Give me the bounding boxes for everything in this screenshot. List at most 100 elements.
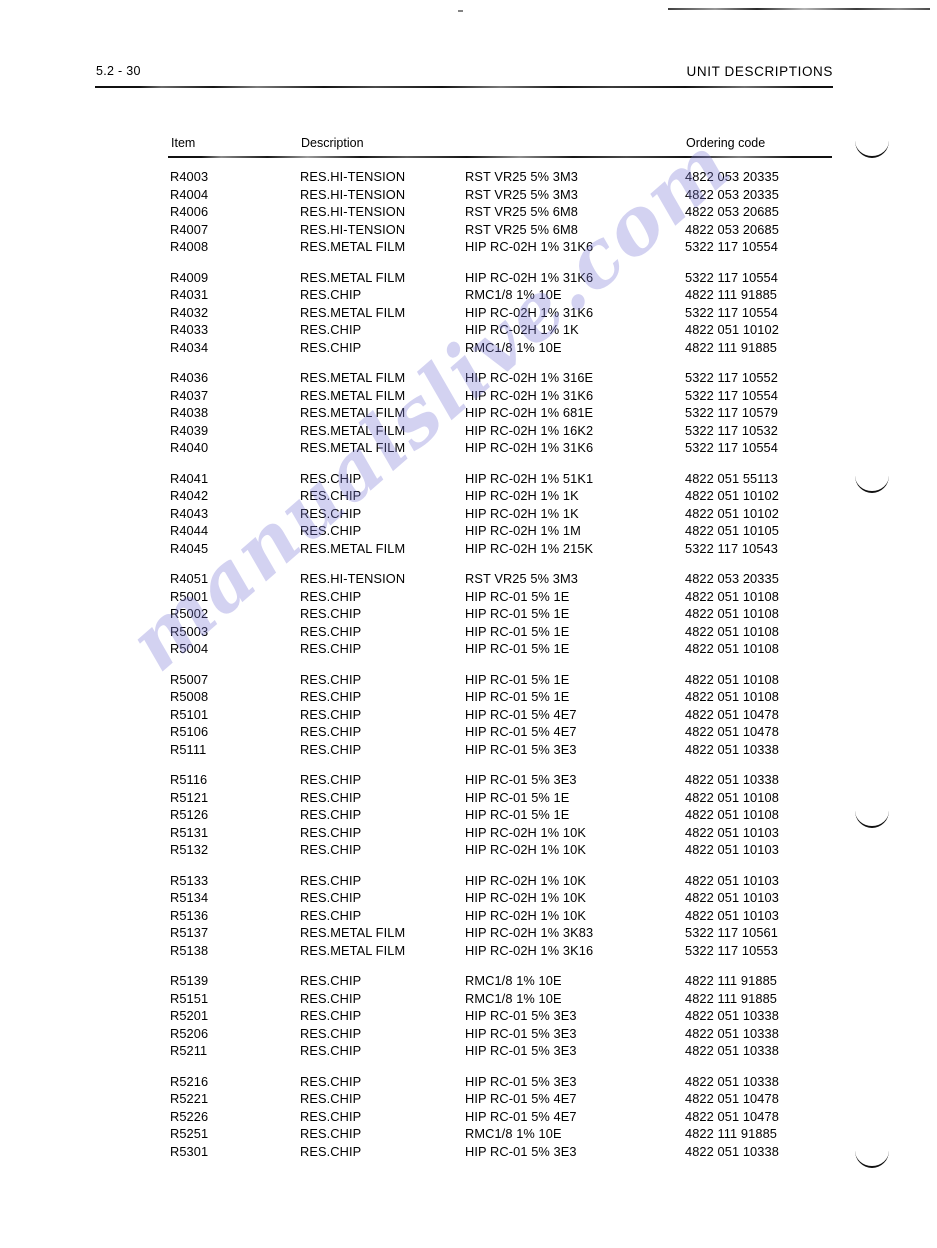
cell-description: RES.CHIP — [300, 741, 362, 757]
cell-item: R4007 — [170, 221, 209, 237]
cell-item: R4043 — [170, 505, 209, 521]
cell-value: HIP RC-02H 1% 1K — [465, 505, 579, 521]
cell-ordering-code: 5322 117 10553 — [685, 942, 778, 958]
page-title: UNIT DESCRIPTIONS — [686, 64, 833, 79]
cell-ordering-code: 4822 051 10338 — [685, 1073, 779, 1089]
cell-value: RST VR25 5% 6M8 — [465, 221, 578, 237]
cell-value: HIP RC-02H 1% 10K — [465, 842, 586, 857]
header-divider — [95, 86, 833, 88]
cell-description: RES.HI-TENSION — [300, 221, 406, 237]
table-row: R4039 RES.METAL FILM HIP RC-02H 1% 16K2 532… — [168, 422, 868, 440]
cell-item: R5206 — [170, 1025, 209, 1041]
cell-description: RES.CHIP — [300, 772, 362, 787]
cell-description: RES.CHIP — [300, 488, 362, 503]
cell-description: RES.CHIP — [300, 824, 362, 840]
cell-value: HIP RC-02H 1% 10K — [465, 890, 586, 905]
cell-ordering-code: 4822 051 10108 — [685, 689, 779, 704]
cell-ordering-code: 5322 117 10579 — [685, 405, 778, 420]
cell-description: RES.CHIP — [300, 1143, 362, 1159]
cell-value: HIP RC-02H 1% 1K — [465, 488, 579, 503]
cell-item: R5211 — [170, 1043, 208, 1058]
cell-item: R5138 — [170, 942, 209, 958]
cell-value: HIP RC-02H 1% 31K6 — [465, 304, 594, 320]
cell-value: HIP RC-01 5% 4E7 — [465, 724, 577, 739]
table-row: R5151 RES.CHIP RMC1/8 1% 10E 4822 111 91885 — [168, 990, 868, 1008]
cell-item: R5101 — [170, 706, 209, 722]
table-row: R5004 RES.CHIP HIP RC-01 5% 1E 4822 051 101… — [168, 640, 868, 658]
cell-ordering-code: 4822 051 10478 — [685, 1108, 779, 1124]
cell-item: R5111 — [170, 741, 207, 757]
cell-value: HIP RC-01 5% 1E — [465, 689, 570, 704]
cell-ordering-code: 4822 051 10108 — [685, 789, 779, 805]
cell-description: RES.CHIP — [300, 724, 362, 739]
table-row: R4045 RES.METAL FILM HIP RC-02H 1% 215K 532… — [168, 540, 868, 558]
cell-description: RES.CHIP — [300, 588, 362, 604]
cell-ordering-code: 4822 051 10338 — [685, 1025, 779, 1041]
cell-ordering-code: 4822 051 10478 — [685, 1091, 779, 1106]
table-row: R4041 RES.CHIP HIP RC-02H 1% 51K1 4822 051 … — [168, 470, 868, 488]
table-row: R5106 RES.CHIP HIP RC-01 5% 4E7 4822 051 10… — [168, 723, 868, 741]
cell-value: HIP RC-02H 1% 16K2 — [465, 422, 594, 438]
cell-item: R5136 — [170, 907, 209, 923]
cell-ordering-code: 4822 051 10338 — [685, 772, 779, 787]
cell-item: R4039 — [170, 422, 209, 438]
cell-ordering-code: 4822 111 91885 — [685, 287, 778, 302]
cell-ordering-code: 4822 053 20335 — [685, 186, 779, 202]
cell-value: HIP RC-02H 1% 31K6 — [465, 269, 594, 285]
table-row: R5132 RES.CHIP HIP RC-02H 1% 10K 4822 051 1… — [168, 841, 868, 859]
cell-ordering-code: 4822 051 10105 — [685, 523, 779, 538]
scan-artifact-dot — [458, 10, 463, 12]
table-row: R4003 RES.HI-TENSION RST VR25 5% 3M3 4822 0… — [168, 168, 868, 186]
cell-description: RES.CHIP — [300, 470, 362, 486]
cell-description: RES.HI-TENSION — [300, 571, 406, 586]
cell-ordering-code: 5322 117 10554 — [685, 387, 778, 403]
cell-ordering-code: 4822 051 10338 — [685, 1008, 779, 1023]
cell-item: R4041 — [170, 470, 209, 486]
cell-description: RES.CHIP — [300, 807, 362, 822]
table-row: R4044 RES.CHIP HIP RC-02H 1% 1M 4822 051 10… — [168, 522, 868, 540]
cell-value: HIP RC-01 5% 4E7 — [465, 1091, 577, 1106]
cell-value: HIP RC-02H 1% 215K — [465, 540, 594, 556]
cell-description: RES.METAL FILM — [300, 942, 406, 958]
cell-item: R5008 — [170, 689, 209, 704]
table-row: R5126 RES.CHIP HIP RC-01 5% 1E 4822 051 101… — [168, 806, 868, 824]
cell-value: HIP RC-01 5% 1E — [465, 588, 570, 604]
cell-description: RES.CHIP — [300, 907, 362, 923]
table-row: R5206 RES.CHIP HIP RC-01 5% 3E3 4822 051 10… — [168, 1025, 868, 1043]
table-row: R4007 RES.HI-TENSION RST VR25 5% 6M8 4822 0… — [168, 221, 868, 239]
cell-item: R5004 — [170, 641, 209, 656]
cell-ordering-code: 4822 051 10102 — [685, 488, 779, 503]
cell-description: RES.METAL FILM — [300, 925, 406, 940]
cell-ordering-code: 4822 051 10338 — [685, 1143, 779, 1159]
binding-mark-1 — [855, 140, 889, 158]
table-row: R5211 RES.CHIP HIP RC-01 5% 3E3 4822 051 10… — [168, 1042, 868, 1060]
cell-item: R5126 — [170, 807, 209, 822]
cell-ordering-code: 4822 051 10338 — [685, 741, 779, 757]
cell-ordering-code: 4822 051 10108 — [685, 807, 779, 822]
cell-value: HIP RC-01 5% 1E — [465, 606, 570, 621]
cell-ordering-code: 5322 117 10554 — [685, 239, 778, 254]
cell-item: R4032 — [170, 304, 209, 320]
cell-item: R4036 — [170, 370, 209, 385]
cell-value: HIP RC-01 5% 1E — [465, 623, 570, 639]
table-row: R4038 RES.METAL FILM HIP RC-02H 1% 681E 532… — [168, 404, 868, 422]
table-row: R5201 RES.CHIP HIP RC-01 5% 3E3 4822 051 10… — [168, 1007, 868, 1025]
cell-item: R5301 — [170, 1143, 209, 1159]
cell-ordering-code: 5322 117 10554 — [685, 269, 778, 285]
cell-description: RES.CHIP — [300, 1073, 362, 1089]
cell-description: RES.CHIP — [300, 842, 362, 857]
cell-item: R5137 — [170, 925, 209, 940]
column-header-item: Item — [171, 136, 196, 150]
cell-ordering-code: 4822 051 10108 — [685, 623, 779, 639]
cell-description: RES.CHIP — [300, 1043, 362, 1058]
cell-description: RES.CHIP — [300, 1008, 362, 1023]
cell-item: R5201 — [170, 1008, 209, 1023]
table-row: R5111 RES.CHIP HIP RC-01 5% 3E3 4822 051 10… — [168, 741, 868, 759]
cell-value: RST VR25 5% 3M3 — [465, 571, 578, 586]
cell-ordering-code: 4822 051 10102 — [685, 505, 779, 521]
cell-description: RES.CHIP — [300, 339, 362, 355]
table-row: R4004 RES.HI-TENSION RST VR25 5% 3M3 4822 0… — [168, 186, 868, 204]
cell-ordering-code: 4822 051 10108 — [685, 641, 779, 656]
table-row: R4009 RES.METAL FILM HIP RC-02H 1% 31K6 532… — [168, 269, 868, 287]
cell-value: RMC1/8 1% 10E — [465, 1126, 562, 1141]
